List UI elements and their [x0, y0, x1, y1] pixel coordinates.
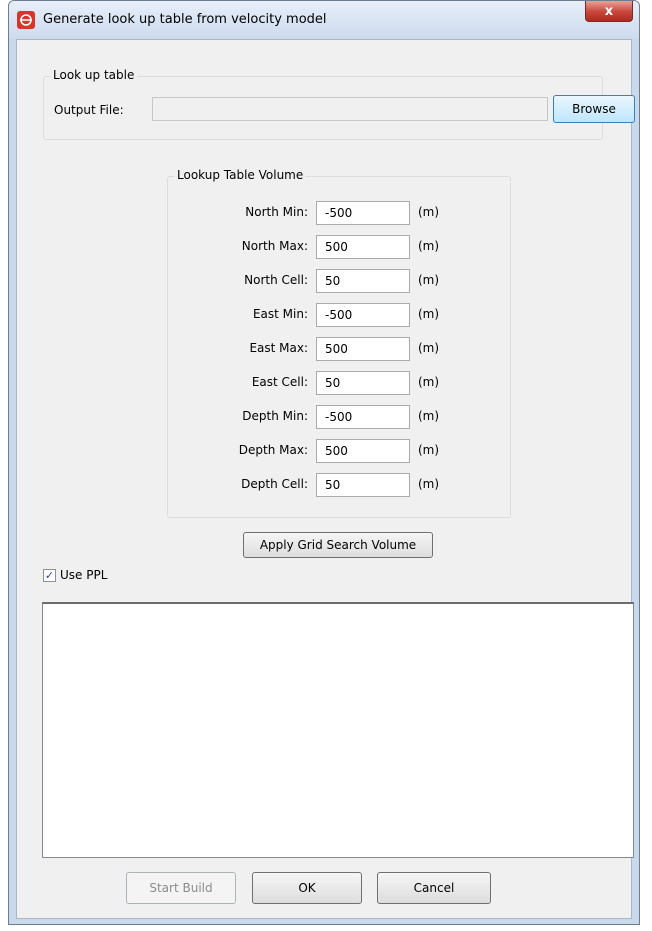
apply-grid-search-volume-button[interactable]: Apply Grid Search Volume	[243, 532, 433, 558]
app-icon	[17, 11, 35, 29]
window-title: Generate look up table from velocity mod…	[43, 12, 327, 27]
volume-row-unit: (m)	[418, 341, 440, 355]
dialog-client-area: Look up table Output File: Browse Lookup…	[16, 39, 635, 919]
volume-row-label: North Max:	[241, 239, 308, 253]
volume-row-unit: (m)	[418, 409, 440, 423]
volume-row-unit: (m)	[418, 273, 440, 287]
close-button[interactable]: x	[585, 1, 633, 22]
dialog-window: Generate look up table from velocity mod…	[8, 0, 640, 925]
cancel-button[interactable]: Cancel	[377, 872, 491, 904]
volume-row-label: Depth Min:	[242, 409, 308, 423]
output-file-label: Output File:	[54, 103, 124, 117]
lookup-table-group: Look up table Output File: Browse	[43, 68, 635, 140]
use-ppl-checkbox[interactable]: ✓	[43, 569, 56, 582]
volume-row-unit: (m)	[418, 375, 440, 389]
volume-row-unit: (m)	[418, 239, 440, 253]
volume-row-label: North Cell:	[244, 273, 308, 287]
volume-row-label: Depth Cell:	[241, 477, 308, 491]
close-icon: x	[604, 3, 614, 19]
volume-row-unit: (m)	[418, 205, 440, 219]
lookup-table-group-title: Look up table	[50, 68, 138, 82]
lookup-volume-group-title: Lookup Table Volume	[174, 168, 307, 182]
lookup-volume-group: Lookup Table Volume North Min: (m) North M…	[167, 168, 511, 518]
use-ppl-label[interactable]: Use PPL	[60, 568, 107, 582]
ok-button[interactable]: OK	[252, 872, 362, 904]
volume-row-label: East Max:	[249, 341, 308, 355]
volume-row-label: East Min:	[252, 307, 308, 321]
volume-row-unit: (m)	[418, 477, 440, 491]
volume-row-input[interactable]	[316, 235, 410, 259]
volume-row-input[interactable]	[316, 439, 410, 463]
log-output-area[interactable]	[42, 602, 634, 858]
title-bar[interactable]: Generate look up table from velocity mod…	[9, 1, 639, 39]
volume-row-input[interactable]	[316, 303, 410, 327]
checkmark-icon: ✓	[44, 569, 55, 582]
volume-row-input[interactable]	[316, 473, 410, 497]
volume-row-input[interactable]	[316, 337, 410, 361]
volume-row-label: North Min:	[245, 205, 308, 219]
volume-row-input[interactable]	[316, 201, 410, 225]
volume-row-label: Depth Max:	[238, 443, 308, 457]
volume-row-label: East Cell:	[251, 375, 308, 389]
start-build-button[interactable]: Start Build	[126, 872, 236, 904]
volume-row-input[interactable]	[316, 371, 410, 395]
output-file-field[interactable]	[152, 97, 548, 121]
browse-button[interactable]: Browse	[553, 95, 635, 123]
volume-row-input[interactable]	[316, 269, 410, 293]
volume-row-unit: (m)	[418, 307, 440, 321]
volume-row-input[interactable]	[316, 405, 410, 429]
volume-row-unit: (m)	[418, 443, 440, 457]
